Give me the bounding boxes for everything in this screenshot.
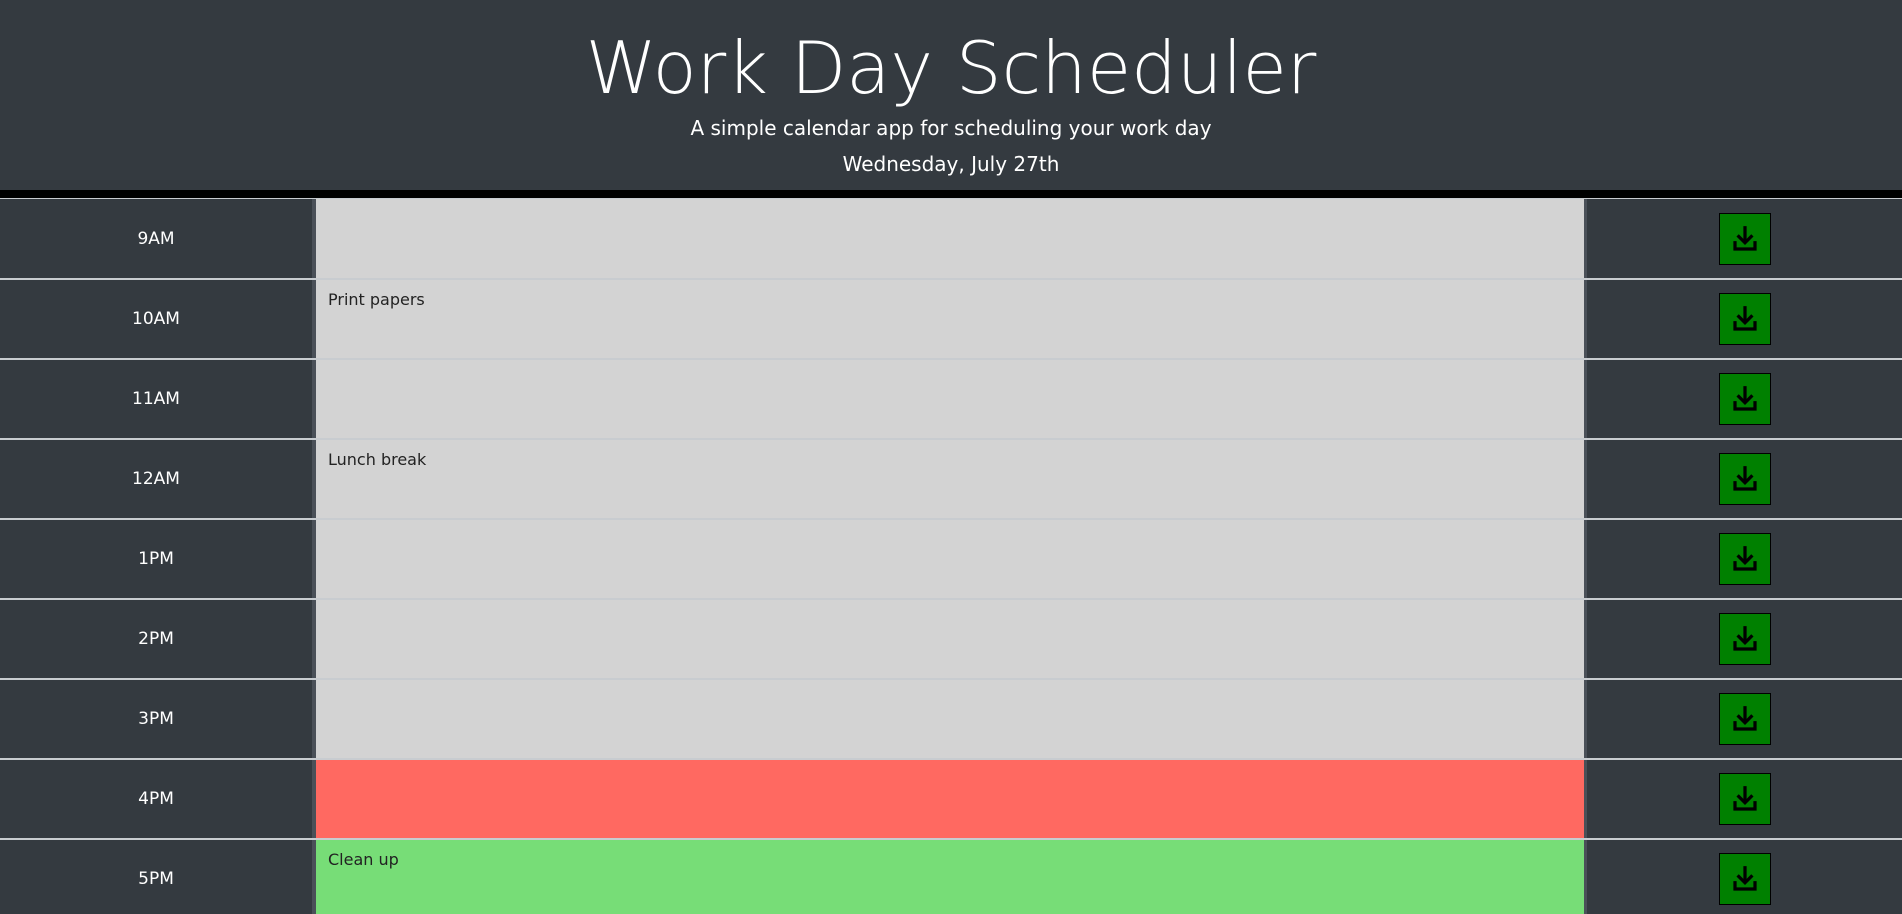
save-cell [1584,280,1902,358]
save-button[interactable] [1718,773,1771,825]
event-description-input[interactable] [316,520,1584,598]
event-description-input[interactable] [316,600,1584,678]
time-block-row: 3PM [0,678,1902,758]
event-description-input[interactable]: Clean up [316,840,1584,914]
time-block-row: 2PM [0,598,1902,678]
save-button[interactable] [1718,293,1771,345]
save-cell [1584,760,1902,838]
save-download-icon [1730,304,1760,334]
header: Work Day Scheduler A simple calendar app… [0,0,1902,198]
save-cell [1584,199,1902,278]
hour-label: 9AM [0,199,316,278]
hour-label: 5PM [0,840,316,914]
save-cell [1584,600,1902,678]
save-download-icon [1730,224,1760,254]
current-day: Wednesday, July 27th [842,152,1060,176]
save-cell [1584,440,1902,518]
time-block-row: 1PM [0,518,1902,598]
page-title: Work Day Scheduler [585,26,1317,110]
save-button[interactable] [1718,212,1771,265]
event-description-input[interactable]: Lunch break [316,440,1584,518]
time-block-row: 12AM Lunch break [0,438,1902,518]
time-block-row: 10AM Print papers [0,278,1902,358]
save-cell [1584,360,1902,438]
save-download-icon [1730,384,1760,414]
save-button[interactable] [1718,373,1771,425]
time-blocks: 9AM 10AM Print papers 11AM 12AM Lunch break 1P… [0,198,1902,914]
time-block-row: 4PM [0,758,1902,838]
hour-label: 12AM [0,440,316,518]
page-subtitle: A simple calendar app for scheduling you… [690,116,1212,140]
event-description-input[interactable]: Print papers [316,280,1584,358]
time-block-row: 5PM Clean up [0,838,1902,914]
save-cell [1584,680,1902,758]
hour-label: 2PM [0,600,316,678]
time-block-row: 9AM [0,198,1902,278]
save-cell [1584,520,1902,598]
time-block-row: 11AM [0,358,1902,438]
hour-label: 10AM [0,280,316,358]
save-download-icon [1730,704,1760,734]
hour-label: 4PM [0,760,316,838]
save-download-icon [1730,544,1760,574]
hour-label: 1PM [0,520,316,598]
event-description-input[interactable] [316,760,1584,838]
save-download-icon [1730,864,1760,894]
save-cell [1584,840,1902,914]
hour-label: 3PM [0,680,316,758]
save-download-icon [1730,624,1760,654]
event-description-input[interactable] [316,360,1584,438]
save-download-icon [1730,464,1760,494]
event-description-input[interactable] [316,680,1584,758]
save-button[interactable] [1718,693,1771,745]
save-button[interactable] [1718,613,1771,665]
hour-label: 11AM [0,360,316,438]
save-button[interactable] [1718,853,1771,905]
save-download-icon [1730,784,1760,814]
event-description-input[interactable] [316,199,1584,278]
save-button[interactable] [1718,533,1771,585]
save-button[interactable] [1718,453,1771,505]
